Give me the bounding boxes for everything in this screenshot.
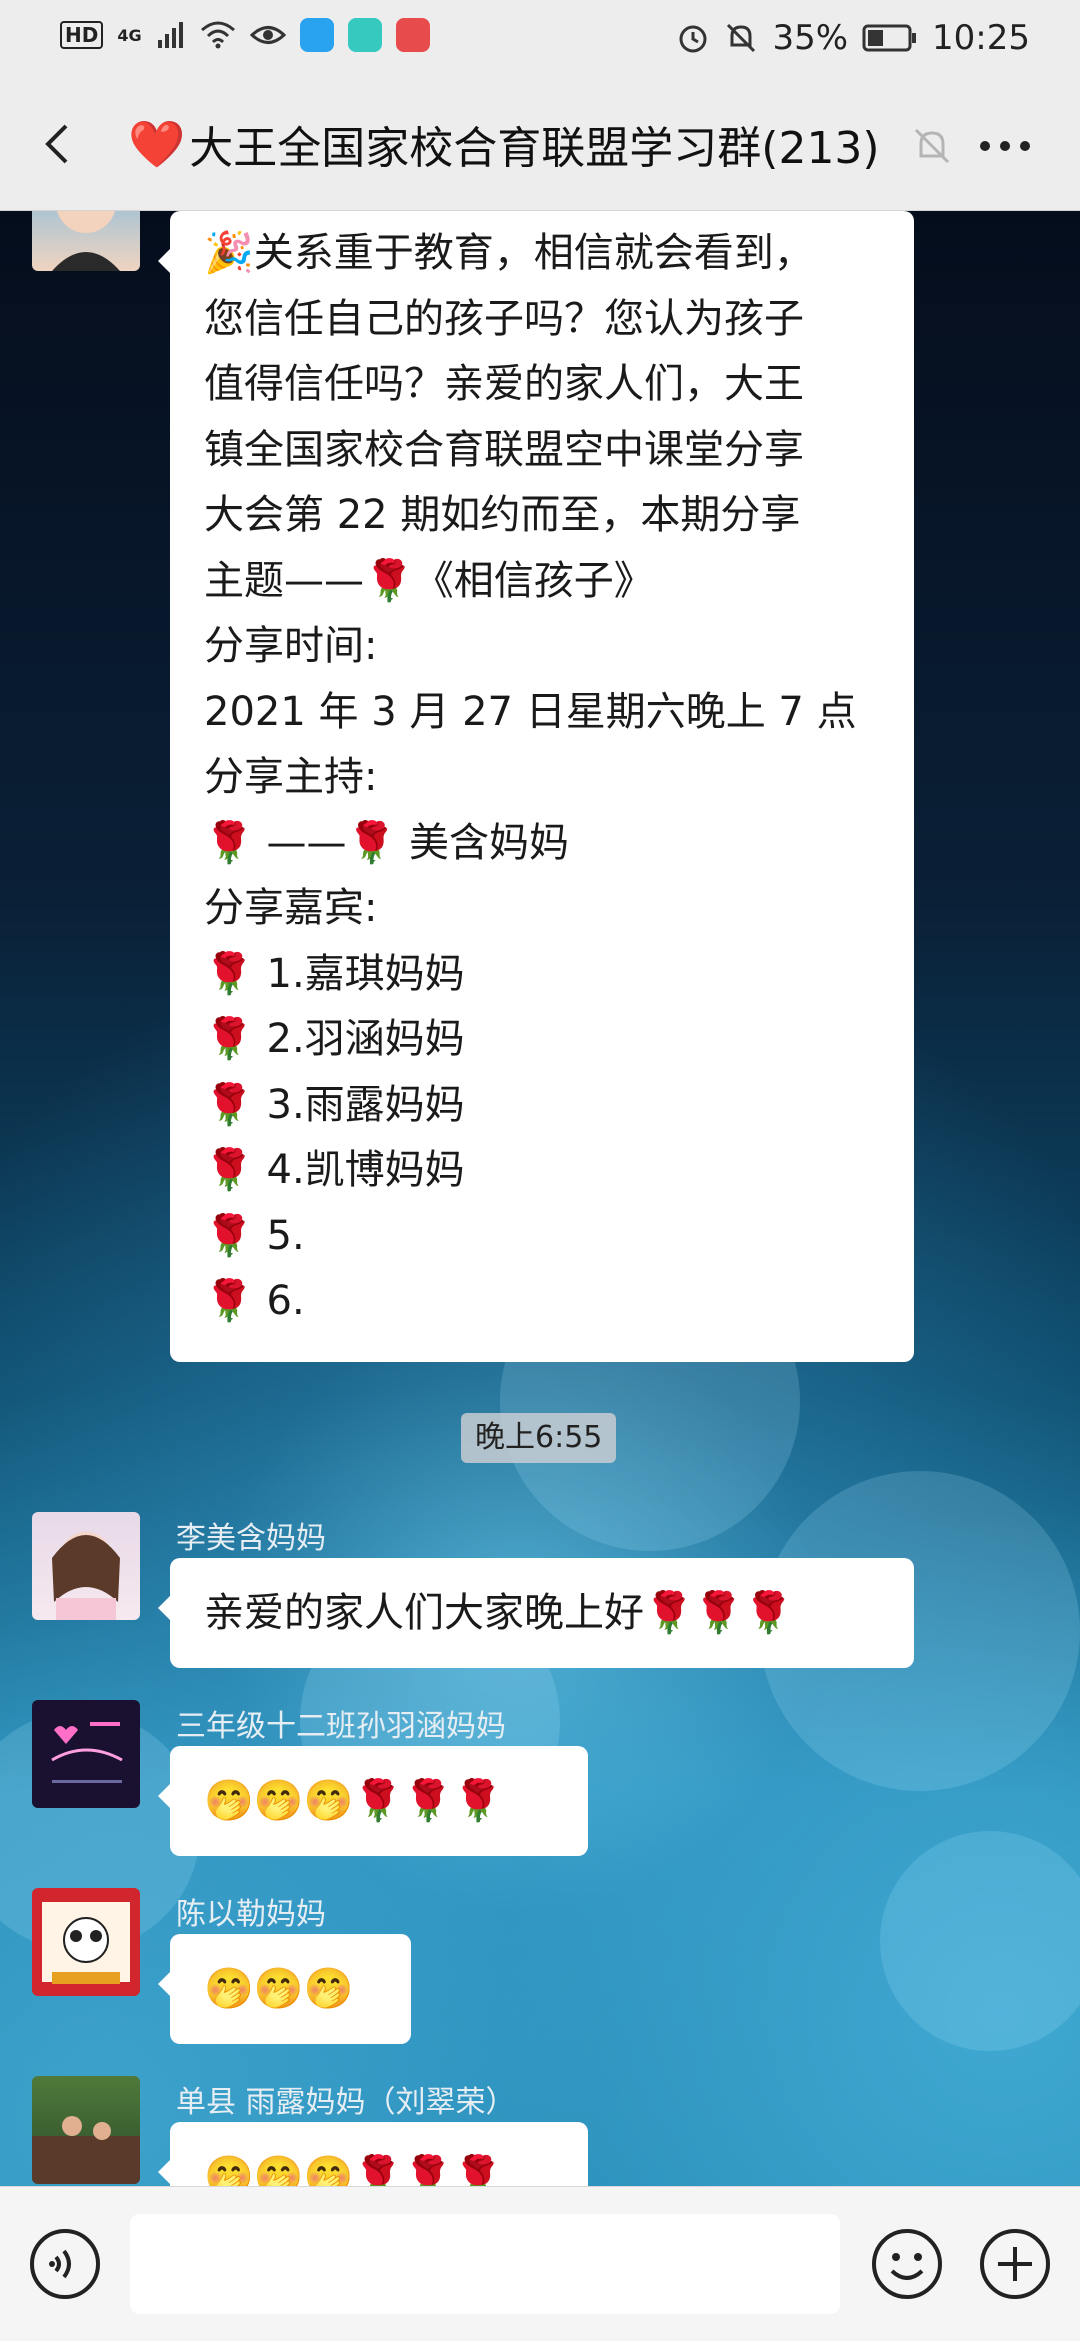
clock: 10:25	[932, 18, 1030, 58]
message-line: 值得信任吗？亲爱的家人们，大王	[204, 361, 804, 407]
chat-header: ❤️ 大王全国家校合育联盟学习群(213)	[0, 80, 1080, 211]
message-line: 🌹 5.	[204, 1212, 305, 1259]
battery-percent: 35%	[772, 18, 849, 58]
message-text: 🤭🤭🤭🌹🌹🌹	[204, 2154, 503, 2186]
message-bubble[interactable]: 🤭🤭🤭🌹🌹🌹	[158, 2122, 588, 2186]
message-line: 您信任自己的孩子吗？您认为孩子	[204, 295, 804, 342]
avatar-image	[51, 1722, 123, 1783]
avatar[interactable]	[32, 1700, 140, 1808]
message-line: 🌹 2.羽涵妈妈	[204, 1016, 465, 1062]
chat-area[interactable]: 🎉关系重于教育，相信就会看到， 您信任自己的孩子吗？您认为孩子 值得信任吗？亲爱的家…	[0, 211, 1080, 2186]
sender-name: 单县 雨露妈妈（刘翠荣）	[176, 2085, 516, 2120]
message-line: 🌹 6.	[204, 1278, 305, 1324]
message-text: 亲爱的家人们大家晚上好🌹🌹🌹	[204, 1590, 794, 1636]
voice-icon[interactable]	[28, 2227, 102, 2301]
wifi-icon	[200, 21, 235, 49]
sender-name: 三年级十二班孙羽涵妈妈	[176, 1709, 506, 1744]
sender-name: 陈以勒妈妈	[176, 1897, 326, 1932]
alarm-icon	[679, 25, 707, 53]
message-line: 大会第 22 期如约而至，本期分享	[204, 492, 801, 538]
muted-bell-icon	[914, 128, 950, 164]
message-line: 分享主持:	[204, 754, 378, 800]
message-line: 🎉关系重于教育，相信就会看到，	[204, 230, 814, 276]
message-text: 🤭🤭🤭🌹🌹🌹	[204, 1778, 503, 1824]
message-line: 镇全国家校合育联盟空中课堂分享	[204, 426, 804, 473]
chat-title: ❤️ 大王全国家校合育联盟学习群(213)	[128, 112, 880, 176]
avatar-image	[52, 1532, 120, 1620]
more-options-icon[interactable]	[975, 124, 1035, 168]
message-bubble[interactable]: 🤭🤭🤭	[158, 1934, 411, 2044]
avatar[interactable]	[32, 211, 140, 271]
message-line: 2021 年 3 月 27 日星期六晚上 7 点	[204, 688, 857, 735]
avatar[interactable]	[32, 1512, 140, 1620]
sender-name: 李美含妈妈	[176, 1521, 326, 1556]
message-line: 🌹 ——🌹 美含妈妈	[204, 819, 570, 866]
timestamp-chip: 晚上6:55	[461, 1413, 617, 1463]
message-text: 🤭🤭🤭	[204, 1966, 354, 2012]
avatar[interactable]	[32, 2076, 140, 2184]
group-name: 大王全国家校合育联盟学习群(213)	[189, 123, 880, 174]
red-app-icon	[395, 18, 430, 52]
mute-bell-icon	[727, 23, 756, 53]
message-line: 🌹 4.凯博妈妈	[204, 1147, 465, 1193]
message-line: 分享时间:	[204, 623, 378, 669]
message-bubble[interactable]: 亲爱的家人们大家晚上好🌹🌹🌹	[158, 1558, 914, 1668]
plus-icon[interactable]	[978, 2227, 1052, 2301]
message-line: 🌹 3.雨露妈妈	[204, 1081, 465, 1128]
app-icon	[347, 18, 382, 52]
status-bar: HD 4G 35% 10:25	[0, 0, 1080, 80]
message-line: 🌹 1.嘉琪妈妈	[204, 950, 465, 997]
message-text: 🎉关系重于教育，相信就会看到， 您信任自己的孩子吗？您认为孩子 值得信任吗？亲爱的家…	[204, 221, 914, 1335]
message-line: 主题——🌹《相信孩子》	[204, 557, 654, 604]
signal-icon	[157, 22, 183, 48]
bokeh-light	[880, 1831, 1080, 2051]
message-input[interactable]	[130, 2214, 840, 2314]
avatar-image	[52, 211, 120, 271]
avatar-image	[42, 1902, 130, 1984]
avatar[interactable]	[32, 1888, 140, 1996]
message-bubble[interactable]: 🤭🤭🤭🌹🌹🌹	[158, 1746, 588, 1856]
input-bar	[0, 2186, 1080, 2341]
back-arrow-icon[interactable]	[30, 114, 90, 174]
heart-icon: ❤️	[128, 116, 186, 171]
message-line: 分享嘉宾:	[204, 885, 378, 931]
eye-icon	[249, 26, 286, 44]
network-type: 4G	[117, 25, 142, 45]
message-bubble[interactable]: 🎉关系重于教育，相信就会看到， 您信任自己的孩子吗？您认为孩子 值得信任吗？亲爱的家…	[158, 211, 914, 1362]
qq-icon	[299, 18, 334, 52]
avatar-image	[32, 2116, 140, 2184]
battery-icon	[862, 24, 917, 52]
emoji-icon[interactable]	[870, 2227, 944, 2301]
hd-indicator: HD	[60, 21, 104, 49]
